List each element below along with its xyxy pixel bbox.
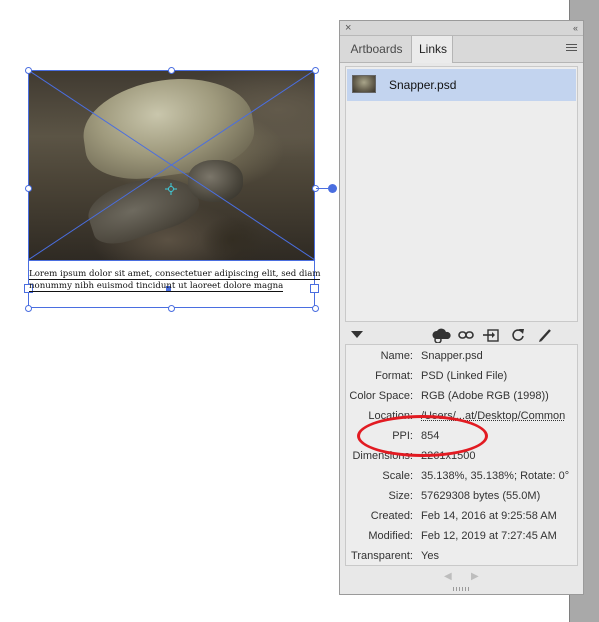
info-navigation: ◀ ▶ xyxy=(340,569,583,585)
update-link-icon[interactable] xyxy=(511,327,525,342)
info-row-size: Size: 57629308 bytes (55.0M) xyxy=(346,486,579,506)
list-item[interactable]: Snapper.psd xyxy=(347,69,576,101)
info-label: Size: xyxy=(388,490,413,502)
info-value: Yes xyxy=(421,550,439,562)
info-row-format: Format: PSD (Linked File) xyxy=(346,366,579,386)
info-label: Format: xyxy=(375,370,413,382)
info-value: Snapper.psd xyxy=(421,350,483,362)
info-row-color-space: Color Space: RGB (Adobe RGB (1998)) xyxy=(346,386,579,406)
link-info: Name: Snapper.psd Format: PSD (Linked Fi… xyxy=(345,344,578,566)
links-toolbar xyxy=(340,324,583,346)
disclosure-triangle-icon[interactable] xyxy=(351,331,363,339)
tab-links[interactable]: Links xyxy=(411,36,453,63)
edit-original-icon[interactable] xyxy=(539,327,552,342)
info-value: RGB (Adobe RGB (1998)) xyxy=(421,390,549,402)
info-row-name: Name: Snapper.psd xyxy=(346,346,579,366)
info-value: 35.138%, 35.138%; Rotate: 0° xyxy=(421,470,570,482)
resize-handle[interactable] xyxy=(312,305,319,312)
info-value: PSD (Linked File) xyxy=(421,370,508,382)
resize-handle[interactable] xyxy=(25,67,32,74)
resize-handle[interactable] xyxy=(168,67,175,74)
info-label: Scale: xyxy=(382,470,413,482)
resize-handle[interactable] xyxy=(168,305,175,312)
info-label: Transparent: xyxy=(351,550,413,562)
cloud-link-icon[interactable] xyxy=(432,327,452,343)
resize-handle[interactable] xyxy=(25,185,32,192)
link-thumbnail xyxy=(352,75,376,93)
text-frame[interactable]: Lorem ipsum dolor sit amet, consectetuer… xyxy=(29,268,321,292)
links-list[interactable]: Snapper.psd xyxy=(345,66,578,322)
links-panel: × ‹‹ Artboards Links Snapper.psd Name: S… xyxy=(339,20,584,595)
ppi-highlight xyxy=(357,415,488,457)
previous-arrow-icon[interactable]: ◀ xyxy=(444,569,452,585)
info-value: 57629308 bytes (55.0M) xyxy=(421,490,541,502)
info-label: Modified: xyxy=(368,530,413,542)
info-row-modified: Modified: Feb 12, 2019 at 7:27:45 AM xyxy=(346,526,579,546)
tab-bar: Artboards Links xyxy=(340,36,583,63)
info-label: Color Space: xyxy=(349,390,413,402)
info-row-created: Created: Feb 14, 2016 at 9:25:58 AM xyxy=(346,506,579,526)
collapse-icon[interactable]: ‹‹ xyxy=(573,21,578,35)
link-name: Snapper.psd xyxy=(389,78,457,92)
out-port-handle[interactable] xyxy=(328,184,337,193)
next-arrow-icon[interactable]: ▶ xyxy=(471,569,479,585)
text-frame-edge xyxy=(28,260,315,261)
close-icon[interactable]: × xyxy=(345,21,351,35)
panel-titlebar[interactable]: × ‹‹ xyxy=(340,21,583,36)
resize-handle[interactable] xyxy=(25,305,32,312)
tab-artboards[interactable]: Artboards xyxy=(343,36,410,62)
info-label: Created: xyxy=(370,510,413,522)
info-row-scale: Scale: 35.138%, 35.138%; Rotate: 0° xyxy=(346,466,579,486)
info-value: Feb 12, 2019 at 7:27:45 AM xyxy=(421,530,557,542)
info-value: Feb 14, 2016 at 9:25:58 AM xyxy=(421,510,557,522)
caption-line: nonummy nibh euismod tincidunt ut laoree… xyxy=(29,281,284,292)
out-port-line xyxy=(316,188,328,189)
info-label: Name: xyxy=(380,350,413,362)
resize-grip-icon[interactable] xyxy=(453,587,471,591)
panel-menu-icon[interactable] xyxy=(566,44,577,53)
resize-handle[interactable] xyxy=(312,67,319,74)
caption-line: Lorem ipsum dolor sit amet, consectetuer… xyxy=(29,269,321,280)
info-row-transparent: Transparent: Yes xyxy=(346,546,579,566)
relink-icon[interactable] xyxy=(458,329,474,341)
go-to-link-icon[interactable] xyxy=(483,327,499,343)
